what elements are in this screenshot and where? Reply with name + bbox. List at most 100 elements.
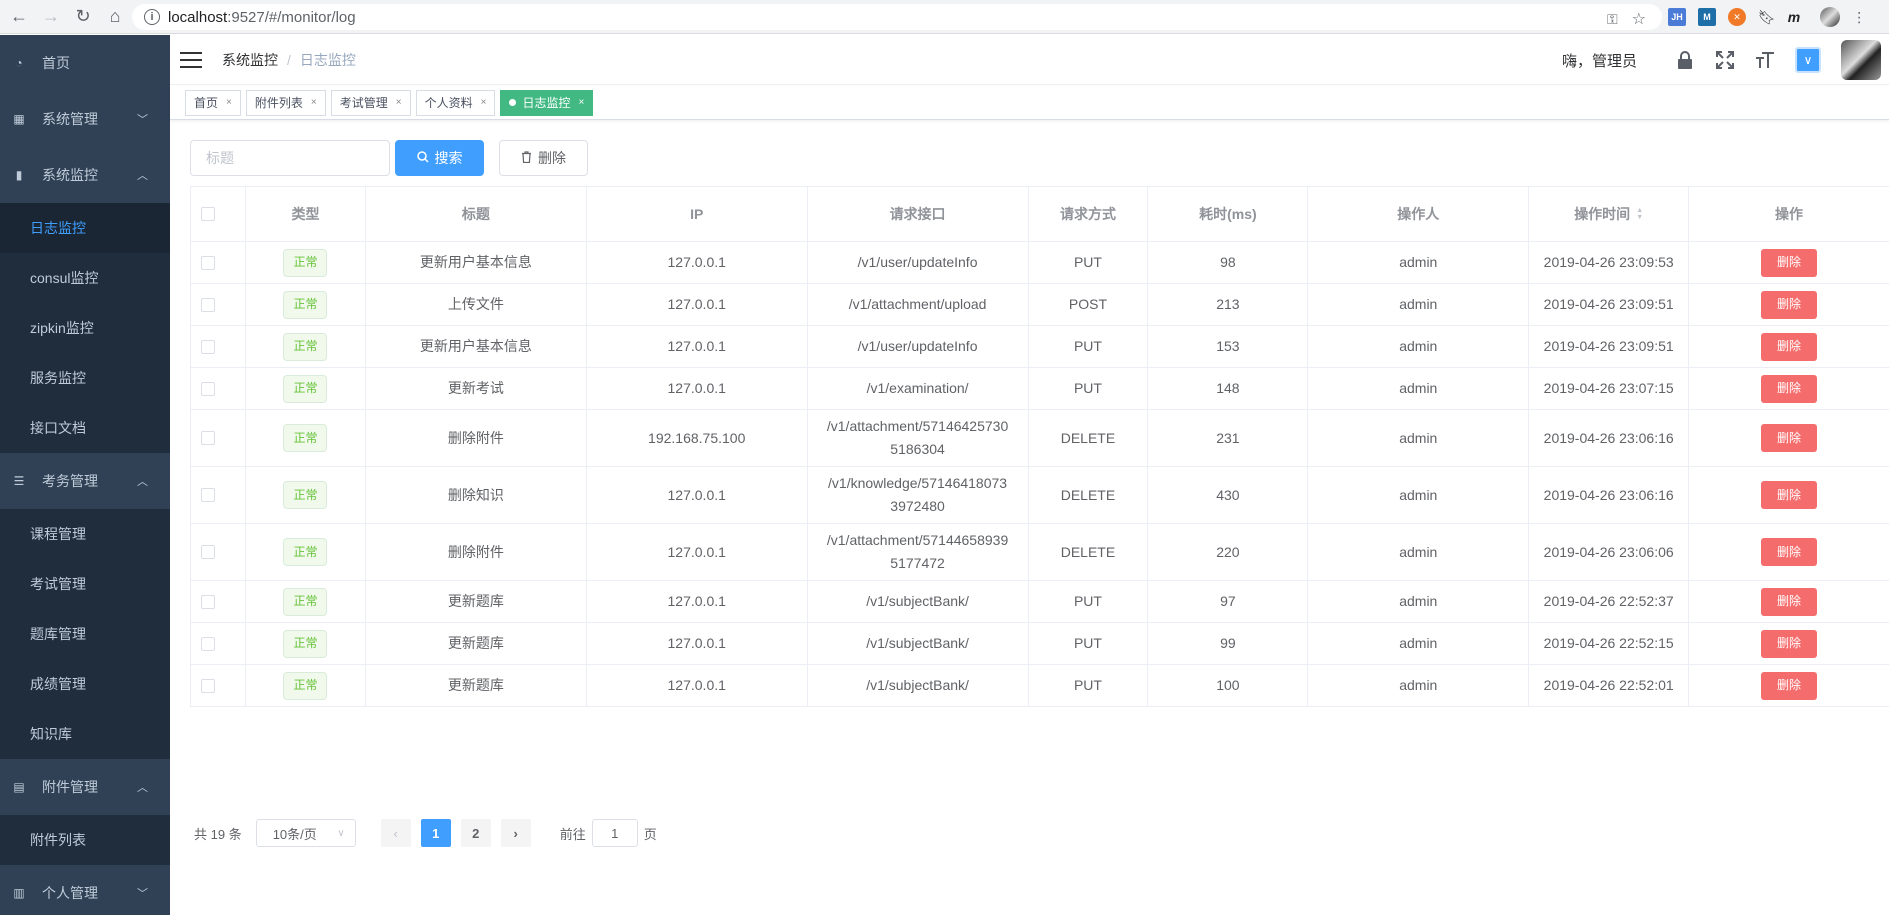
cell-ip: 127.0.0.1 <box>587 623 808 664</box>
bookmark-icon[interactable]: 🔖︎ <box>1758 9 1776 26</box>
close-icon[interactable]: × <box>311 97 317 108</box>
title-search-input[interactable] <box>190 140 390 176</box>
key-icon[interactable]: ⚿ <box>1607 11 1618 28</box>
row-checkbox[interactable] <box>201 678 215 693</box>
sort-icon[interactable]: ▲ ▼ <box>1636 207 1643 221</box>
close-icon[interactable]: × <box>226 97 232 108</box>
address-bar[interactable]: i localhost:9527/#/monitor/log ⚿ ☆ <box>132 4 1662 30</box>
search-button[interactable]: 搜索 <box>395 140 484 176</box>
cell-ip: 192.168.75.100 <box>587 410 808 466</box>
prev-page-button[interactable]: ‹ <box>380 819 411 847</box>
row-checkbox[interactable] <box>201 594 215 609</box>
tag-2[interactable]: 考试管理 × <box>330 89 411 116</box>
cell-ip: 127.0.0.1 <box>587 284 808 325</box>
lock-icon[interactable] <box>1675 50 1695 70</box>
avatar[interactable] <box>1841 40 1881 80</box>
row-delete-button[interactable]: 删除 <box>1761 424 1818 452</box>
sidebar-item-5[interactable]: zipkin监控 <box>0 303 170 353</box>
theme-dropdown[interactable]: ∨ <box>1795 47 1821 73</box>
close-icon[interactable]: × <box>396 97 402 108</box>
sidebar-item-13[interactable]: 知识库 <box>0 709 170 759</box>
breadcrumb-item-system-monitor[interactable]: 系统监控 <box>222 50 278 70</box>
sidebar-menu-14[interactable]: ▤ 附件管理 ︿ <box>0 759 170 815</box>
row-delete-button[interactable]: 删除 <box>1761 587 1818 616</box>
row-delete-button[interactable]: 删除 <box>1761 538 1818 566</box>
breadcrumb-separator: / <box>287 51 291 68</box>
column-header-0[interactable] <box>191 187 246 241</box>
close-icon[interactable]: × <box>578 97 584 108</box>
page-button-1[interactable]: 1 <box>420 819 451 847</box>
sidebar-menu-1[interactable]: ▦ 系统管理 ﹀ <box>0 91 170 147</box>
sidebar-item-10[interactable]: 考试管理 <box>0 559 170 609</box>
row-delete-button[interactable]: 删除 <box>1761 671 1818 700</box>
dashboard-icon: ◔ <box>15 56 23 70</box>
forward-icon[interactable]: → <box>38 4 64 30</box>
log-table: 类型 标题 IP 请求接口 请求方式 耗时(ms) 操作人 操作时间 ▲ ▼ 操作 正常 更新用户基本… <box>190 186 1889 707</box>
close-icon[interactable]: × <box>481 97 487 108</box>
row-checkbox[interactable] <box>201 381 215 396</box>
sidebar-item-4[interactable]: consul监控 <box>0 253 170 303</box>
goto-prefix: 前往 <box>559 826 586 842</box>
row-delete-button[interactable]: 删除 <box>1761 248 1818 277</box>
cell-operator: admin <box>1308 581 1530 622</box>
row-checkbox[interactable] <box>201 339 215 354</box>
extension-jh-icon[interactable]: JH <box>1668 8 1686 26</box>
row-delete-button[interactable]: 删除 <box>1761 481 1818 509</box>
cell-uri-text: /v1/knowledge/571464180733972480 <box>828 475 1008 514</box>
sidebar-menu-8[interactable]: ☰ 考务管理 ︿ <box>0 453 170 509</box>
column-header-8[interactable]: 操作时间 ▲ ▼ <box>1529 187 1690 241</box>
table-row: 正常 删除知识 127.0.0.1/v1/knowledge/57146418073… <box>191 467 1889 524</box>
sidebar-item-6[interactable]: 服务监控 <box>0 353 170 403</box>
next-page-button[interactable]: › <box>500 819 531 847</box>
row-checkbox[interactable] <box>201 297 215 312</box>
row-checkbox[interactable] <box>201 488 215 502</box>
delete-button-label: 删除 <box>538 150 566 166</box>
tag-3[interactable]: 个人资料 × <box>415 89 496 116</box>
delete-button[interactable]: 删除 <box>499 140 588 176</box>
cell-ip: 127.0.0.1 <box>587 467 808 523</box>
tag-0[interactable]: 首页 × <box>185 89 241 116</box>
select-all-checkbox[interactable] <box>201 207 215 221</box>
sidebar-item-11[interactable]: 题库管理 <box>0 609 170 659</box>
row-delete-button[interactable]: 删除 <box>1761 290 1818 319</box>
sidebar-item-9[interactable]: 课程管理 <box>0 509 170 559</box>
row-checkbox[interactable] <box>201 255 215 270</box>
hamburger-icon[interactable] <box>180 51 202 68</box>
row-delete-button[interactable]: 删除 <box>1761 332 1818 361</box>
sidebar-item-7[interactable]: 接口文档 <box>0 403 170 453</box>
cell-action: 删除 <box>1689 284 1889 325</box>
sidebar-item-3[interactable]: 日志监控 <box>0 203 170 253</box>
reload-icon[interactable]: ↻ <box>70 4 96 30</box>
back-icon[interactable]: ← <box>6 4 32 30</box>
sidebar-menu-16[interactable]: ▥ 个人管理 ﹀ <box>0 865 170 915</box>
more-menu-icon[interactable]: ⋮ <box>1852 9 1866 26</box>
row-delete-button[interactable]: 删除 <box>1761 374 1818 403</box>
page-button-2[interactable]: 2 <box>460 819 491 847</box>
fullscreen-icon[interactable] <box>1715 50 1735 70</box>
trash-icon <box>521 150 532 166</box>
extension-orange-icon[interactable]: ✕ <box>1728 8 1746 26</box>
extension-m-icon[interactable]: M <box>1698 8 1716 26</box>
search-toolbar: 搜索 删除 <box>190 140 588 176</box>
sidebar-menu-0[interactable]: ◔ 首页 <box>0 35 170 91</box>
sidebar-item-15[interactable]: 附件列表 <box>0 815 170 865</box>
star-icon[interactable]: ☆ <box>1632 9 1646 29</box>
row-delete-button[interactable]: 删除 <box>1761 629 1818 658</box>
cell-ip: 127.0.0.1 <box>587 665 808 706</box>
extension-m-italic-icon[interactable]: m <box>1788 9 1800 25</box>
tag-1[interactable]: 附件列表 × <box>245 89 326 116</box>
row-checkbox[interactable] <box>201 636 215 651</box>
info-icon[interactable]: i <box>144 9 160 25</box>
tag-4[interactable]: 日志监控 × <box>500 89 594 116</box>
profile-avatar-icon[interactable] <box>1820 7 1841 27</box>
sidebar-menu-2[interactable]: ▮ 系统监控 ︿ <box>0 147 170 203</box>
row-checkbox[interactable] <box>201 431 215 445</box>
sidebar-item-12[interactable]: 成绩管理 <box>0 659 170 709</box>
font-size-icon[interactable] <box>1755 50 1775 70</box>
goto-page-input[interactable]: 1 <box>591 819 638 847</box>
status-badge: 正常 <box>283 290 328 319</box>
cell-action: 删除 <box>1689 242 1889 283</box>
row-checkbox[interactable] <box>201 545 215 559</box>
page-size-select[interactable]: 10条/页 ∨ <box>255 819 356 847</box>
home-icon[interactable]: ⌂ <box>102 4 128 30</box>
